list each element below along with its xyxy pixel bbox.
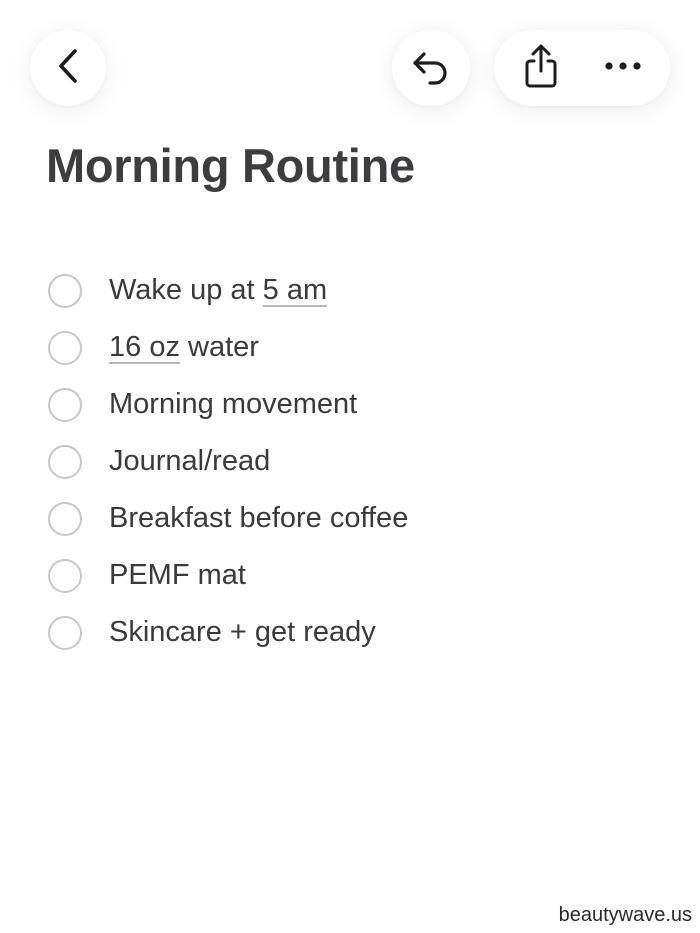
item-text[interactable]: Breakfast before coffee <box>109 502 408 535</box>
chevron-left-icon <box>53 46 83 91</box>
checkbox[interactable] <box>48 615 82 650</box>
checkbox[interactable] <box>48 444 82 479</box>
undo-button[interactable] <box>392 30 470 106</box>
item-text[interactable]: Journal/read <box>109 445 270 478</box>
toolbar <box>0 0 700 130</box>
checkbox[interactable] <box>48 273 82 308</box>
item-text[interactable]: Morning movement <box>109 388 357 421</box>
checklist-item: Skincare + get ready <box>48 604 408 661</box>
checkbox[interactable] <box>48 387 82 422</box>
checkbox[interactable] <box>48 558 82 593</box>
checkbox[interactable] <box>48 501 82 536</box>
item-text[interactable]: 16 oz water <box>109 331 259 364</box>
checklist-item: Wake up at 5 am <box>48 262 408 319</box>
share-icon <box>521 43 561 94</box>
more-horizontal-icon <box>603 59 643 77</box>
note-title[interactable]: Morning Routine <box>46 138 415 193</box>
measurement-link[interactable]: 16 oz <box>109 331 180 363</box>
watermark: beautywave.us <box>558 904 692 926</box>
time-link[interactable]: 5 am <box>263 274 327 306</box>
checklist-item: PEMF mat <box>48 547 408 604</box>
checklist-item: Journal/read <box>48 433 408 490</box>
checklist-item: Morning movement <box>48 376 408 433</box>
more-button[interactable] <box>588 33 658 103</box>
checklist: Wake up at 5 am 16 oz water Morning move… <box>48 262 408 661</box>
item-text[interactable]: Wake up at 5 am <box>109 274 327 307</box>
undo-arrow-icon <box>410 46 452 91</box>
item-text[interactable]: PEMF mat <box>109 559 246 592</box>
back-button[interactable] <box>30 30 106 106</box>
item-text-part: Wake up at <box>109 274 263 306</box>
item-text-part: water <box>179 331 259 363</box>
checklist-item: 16 oz water <box>48 319 408 376</box>
actions-group <box>494 30 670 106</box>
item-text[interactable]: Skincare + get ready <box>109 616 376 649</box>
share-button[interactable] <box>506 33 576 103</box>
checkbox[interactable] <box>48 330 82 365</box>
checklist-item: Breakfast before coffee <box>48 490 408 547</box>
